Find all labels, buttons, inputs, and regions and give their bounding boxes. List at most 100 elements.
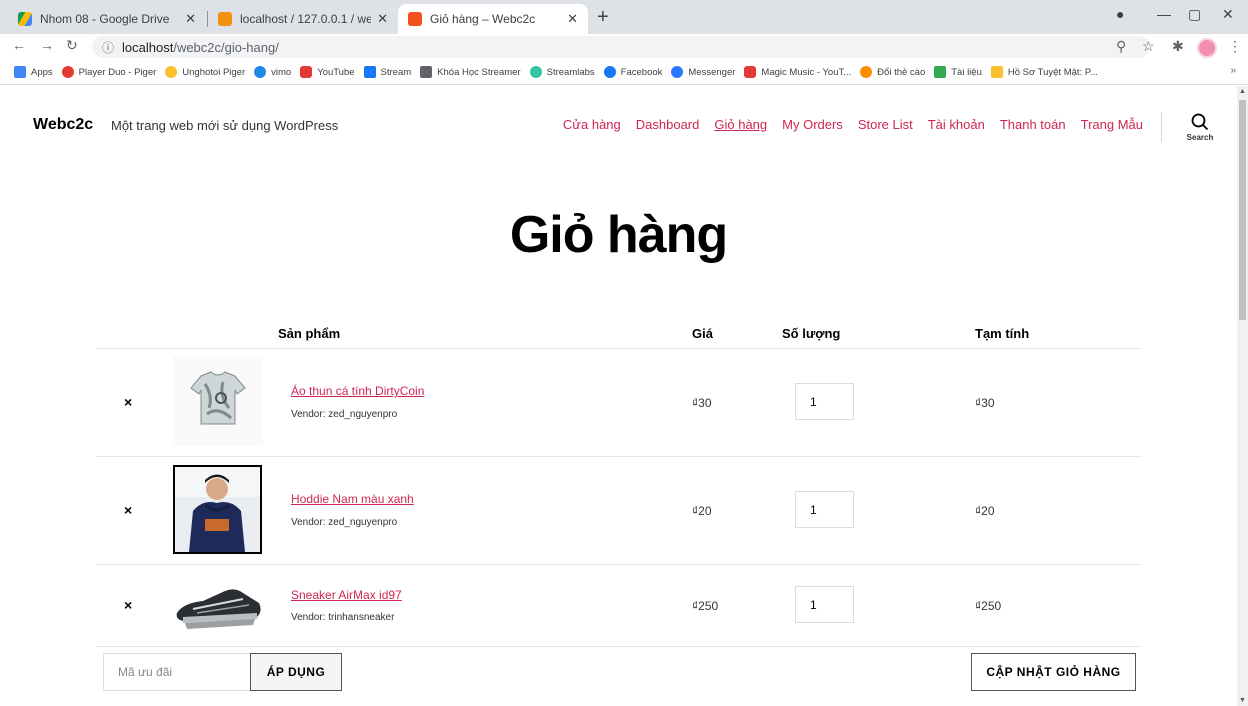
menu-item-checkout[interactable]: Thanh toán [1000,117,1066,132]
url-path: /webc2c/gio-hang/ [173,39,279,55]
more-bookmarks-icon[interactable]: » [1230,65,1236,76]
product-name-link[interactable]: Áo thun cá tính DirtyCoin [291,384,424,398]
bookmark-streamlabs[interactable]: Streamlabs [529,66,595,78]
site-title[interactable]: Webc2c [33,116,93,134]
bookmark-ho-so[interactable]: Hồ Sơ Tuyệt Mật: P... [990,66,1098,78]
bookmark-unghotoi[interactable]: Unghotoi Piger [165,66,245,78]
tab-google-drive[interactable]: Nhom 08 - Google Drive ✕ [8,4,206,34]
remove-item-button[interactable]: × [124,597,132,613]
scrollbar-thumb[interactable] [1239,100,1246,320]
close-tab-icon[interactable]: ✕ [185,11,196,27]
product-name-link[interactable]: Hoddie Nam màu xanh [291,492,414,506]
bookmark-messenger[interactable]: Messenger [671,66,735,78]
product-subtotal: ₫30 [975,396,995,410]
apply-coupon-button[interactable]: ÁP DỤNG [250,653,342,691]
url-input[interactable]: ⓘ localhost/webc2c/gio-hang/ [92,36,1150,58]
bookmark-star-icon[interactable]: ☆ [1142,38,1155,55]
hoodie-image [175,467,260,552]
update-cart-button[interactable]: CẬP NHẬT GIỎ HÀNG [971,653,1136,691]
playerduo-icon [61,66,74,78]
browser-tab-bar: Nhom 08 - Google Drive ✕ localhost / 127… [0,0,1248,34]
product-subtotal: ₫250 [975,599,1002,613]
page-title: Giỏ hàng [509,206,728,264]
row-divider [96,646,1142,647]
messenger-icon [671,66,684,78]
url-host: localhost [122,39,174,55]
browser-profile-icon[interactable]: ● [1116,6,1124,22]
bookmark-magic-music[interactable]: Magic Music - YouT... [744,66,851,78]
search-button[interactable]: Search [1180,113,1220,142]
bookmark-doi-the-cao[interactable]: Đổi thẻ cào [860,66,925,78]
tab-title: Giỏ hàng – Webc2c [430,12,536,26]
bookmark-apps[interactable]: Apps [14,66,53,78]
row-divider [96,564,1142,565]
youtube-icon [744,66,757,78]
tab-cart[interactable]: Giỏ hàng – Webc2c ✕ [398,4,588,34]
tab-title: localhost / 127.0.0.1 / webc2c | p [240,12,372,26]
bookmark-youtube[interactable]: YouTube [300,66,355,78]
remove-item-button[interactable]: × [124,502,132,518]
product-name-link[interactable]: Sneaker AirMax id97 [291,588,402,602]
address-bar: ← → ↻ ⓘ localhost/webc2c/gio-hang/ ⚲ ☆ ✱… [0,34,1248,60]
product-price: ₫250 [692,599,719,613]
page-scrollbar[interactable]: ▲ ▼ [1237,86,1248,706]
minimize-icon[interactable]: — [1157,6,1171,22]
product-thumbnail[interactable] [173,356,263,446]
bookmark-stream[interactable]: Stream [363,66,411,78]
facebook-icon [603,66,616,78]
bookmark-vimo[interactable]: vimo [254,66,291,78]
profile-avatar[interactable] [1197,38,1217,58]
youtube-icon [300,66,313,78]
product-price: ₫20 [692,504,712,518]
bookmark-khoa-hoc[interactable]: Khóa Học Streamer [420,66,521,78]
image-icon [934,66,947,78]
bookmark-facebook[interactable]: Facebook [603,66,662,78]
forward-icon[interactable]: → [40,37,54,53]
site-info-icon[interactable]: ⓘ [102,39,114,56]
reload-icon[interactable]: ↻ [66,37,78,54]
product-thumbnail[interactable] [173,573,263,635]
close-tab-icon[interactable]: ✕ [567,11,578,27]
tab-phpmyadmin[interactable]: localhost / 127.0.0.1 / webc2c | p ✕ [208,4,398,34]
remove-item-button[interactable]: × [124,394,132,410]
close-tab-icon[interactable]: ✕ [377,11,388,27]
apps-grid-icon [14,66,26,78]
new-tab-button[interactable]: + [597,6,609,29]
zoom-icon[interactable]: ⚲ [1116,38,1126,55]
bookmarks-bar: Apps Player Duo - Piger Unghotoi Piger v… [0,60,1248,85]
menu-item-store-list[interactable]: Store List [858,117,913,132]
bookmark-player-duo[interactable]: Player Duo - Piger [61,66,156,78]
window-close-icon[interactable]: ✕ [1222,6,1234,23]
back-icon[interactable]: ← [12,37,26,53]
bookmark-tai-lieu[interactable]: Tài liệu [934,66,982,78]
menu-item-account[interactable]: Tài khoản [928,117,985,132]
maximize-icon[interactable]: ▢ [1188,6,1201,23]
primary-menu: Cửa hàng Dashboard Giỏ hàng My Orders St… [563,117,1143,132]
column-header-quantity: Số lượng [782,326,841,341]
coupon-code-input[interactable]: Mã ưu đãi [103,653,250,691]
extensions-icon[interactable]: ✱ [1172,38,1184,55]
card-icon [860,66,873,78]
product-vendor: Vendor: trinhansneaker [291,612,395,623]
phpmyadmin-icon [218,12,232,26]
browser-menu-icon[interactable]: ⋮ [1228,38,1242,55]
menu-item-sample-page[interactable]: Trang Mẫu [1081,117,1143,132]
row-divider [96,348,1142,349]
sneaker-image [173,573,263,635]
menu-item-cart[interactable]: Giỏ hàng [714,117,767,132]
search-icon [1191,113,1209,131]
header-divider [1161,112,1162,142]
menu-item-shop[interactable]: Cửa hàng [563,117,621,132]
product-thumbnail[interactable] [173,465,262,554]
quantity-input[interactable]: 1 [795,383,854,420]
scroll-down-icon[interactable]: ▼ [1237,697,1248,704]
menu-item-my-orders[interactable]: My Orders [782,117,843,132]
tab-title: Nhom 08 - Google Drive [40,12,170,26]
menu-item-dashboard[interactable]: Dashboard [636,117,700,132]
scroll-up-icon[interactable]: ▲ [1237,88,1248,95]
quantity-input[interactable]: 1 [795,491,854,528]
quantity-input[interactable]: 1 [795,586,854,623]
webc2c-icon [408,12,422,26]
facebook-icon [363,66,376,78]
product-subtotal: ₫20 [975,504,995,518]
